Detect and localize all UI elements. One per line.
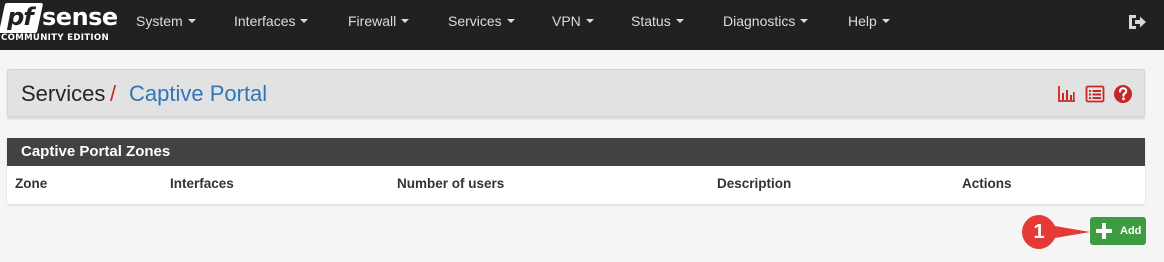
- page-header: Services / Captive Portal: [7, 69, 1145, 117]
- menu-services-label: Services: [448, 13, 502, 29]
- menu-firewall-label: Firewall: [348, 13, 397, 29]
- menu-vpn[interactable]: VPN: [552, 0, 594, 42]
- logo-pf-box: pf: [0, 3, 44, 33]
- column-header-actions: Actions: [962, 176, 1012, 191]
- column-header-description: Description: [717, 176, 792, 191]
- menu-interfaces-label: Interfaces: [234, 13, 296, 29]
- logo-sense-text: sense: [42, 3, 118, 31]
- menu-system-label: System: [136, 13, 183, 29]
- menu-vpn-label: VPN: [552, 13, 581, 29]
- add-button-label: Add: [1120, 225, 1142, 237]
- menu-diagnostics[interactable]: Diagnostics: [723, 0, 809, 42]
- help-icon[interactable]: [1113, 84, 1133, 104]
- menu-status[interactable]: Status: [631, 0, 684, 42]
- menu-status-label: Status: [631, 13, 671, 29]
- caret-down-icon: [585, 19, 594, 24]
- caret-down-icon: [506, 19, 515, 24]
- top-navbar: pf sense COMMUNITY EDITION System Interf…: [0, 0, 1164, 50]
- breadcrumb-services[interactable]: Services: [21, 81, 105, 107]
- list-icon[interactable]: [1085, 84, 1105, 104]
- caret-down-icon: [881, 19, 890, 24]
- pfsense-logo[interactable]: pf sense COMMUNITY EDITION: [0, 0, 118, 50]
- bar-chart-icon[interactable]: [1057, 84, 1077, 104]
- logo-edition-text: COMMUNITY EDITION: [1, 33, 110, 43]
- menu-diagnostics-label: Diagnostics: [723, 13, 796, 29]
- column-header-zone: Zone: [15, 176, 48, 191]
- callout-number: 1: [1033, 221, 1045, 243]
- menu-help[interactable]: Help: [848, 0, 890, 42]
- menu-firewall[interactable]: Firewall: [348, 0, 410, 42]
- menu-interfaces[interactable]: Interfaces: [234, 0, 309, 42]
- menu-services[interactable]: Services: [448, 0, 515, 42]
- column-header-number-of-users: Number of users: [397, 176, 505, 191]
- logo-wordmark: pf sense: [0, 3, 118, 33]
- sign-out-icon[interactable]: [1127, 12, 1147, 32]
- caret-down-icon: [300, 19, 309, 24]
- column-header-interfaces: Interfaces: [170, 176, 234, 191]
- menu-help-label: Help: [848, 13, 877, 29]
- breadcrumb-captive-portal[interactable]: Captive Portal: [129, 81, 267, 107]
- caret-down-icon: [401, 19, 410, 24]
- caret-down-icon: [187, 19, 196, 24]
- menu-system[interactable]: System: [136, 0, 196, 42]
- caret-down-icon: [675, 19, 684, 24]
- caret-down-icon: [800, 19, 809, 24]
- logo-pf-text: pf: [7, 3, 33, 31]
- breadcrumb-separator: /: [110, 81, 117, 106]
- add-button[interactable]: Add: [1090, 217, 1146, 245]
- panel-title: Captive Portal Zones: [7, 138, 1145, 166]
- plus-icon: [1096, 223, 1112, 239]
- captive-portal-zones-panel: Captive Portal Zones Zone Interfaces Num…: [7, 138, 1145, 204]
